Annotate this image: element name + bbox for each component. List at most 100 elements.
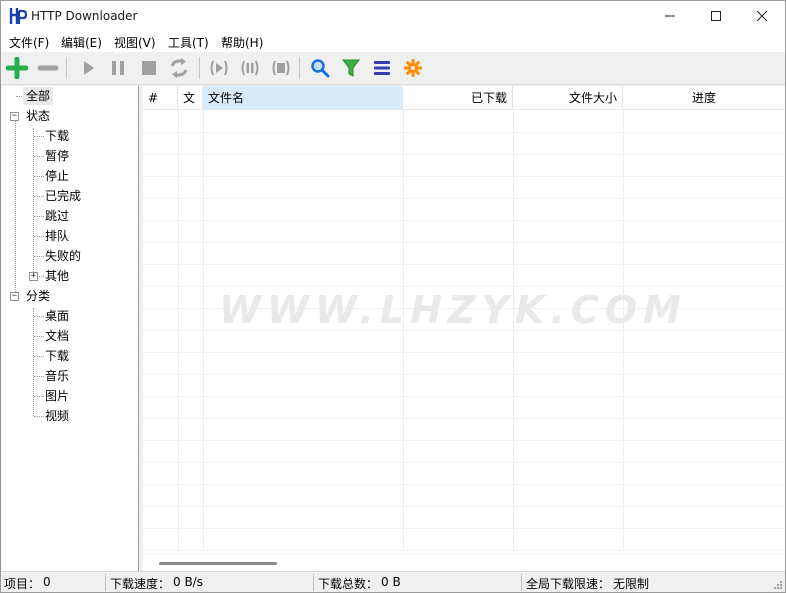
status-speed-value: 0 B/s (173, 575, 203, 589)
tree-connector (33, 308, 34, 416)
tree-connector (34, 176, 44, 177)
pause-all-button[interactable] (238, 56, 262, 80)
column-header-number[interactable]: # (143, 86, 178, 110)
start-button[interactable] (76, 56, 100, 80)
grid-row-line (143, 374, 785, 375)
filter-button[interactable] (339, 56, 363, 80)
remove-download-button[interactable] (36, 56, 60, 80)
tree-item-downloading[interactable]: 下载 (45, 127, 69, 145)
status-limit-value[interactable]: 无限制 (613, 575, 649, 592)
expand-icon[interactable]: + (29, 272, 38, 281)
column-header-downloaded[interactable]: 已下载 (403, 86, 513, 110)
window-title: HTTP Downloader (31, 9, 138, 23)
tree-item-stopped[interactable]: 停止 (45, 167, 69, 185)
restart-button[interactable] (167, 56, 191, 80)
stop-icon (142, 61, 156, 75)
tree-item-pictures[interactable]: 图片 (45, 387, 69, 405)
tree-item-videos[interactable]: 视频 (45, 407, 69, 425)
tree-item-other[interactable]: 其他 (45, 267, 69, 285)
menu-help[interactable]: 帮助(H) (221, 34, 263, 51)
status-separator (105, 574, 106, 591)
grid-row-line (143, 198, 785, 199)
grid-row-line (143, 440, 785, 441)
tree-connector (39, 276, 44, 277)
start-all-icon (210, 60, 228, 76)
toolbar (1, 52, 785, 85)
tree-item-queued[interactable]: 排队 (45, 227, 69, 245)
maximize-icon (711, 11, 721, 21)
tree-connector (34, 156, 44, 157)
status-separator (313, 574, 314, 591)
pause-icon (112, 61, 124, 75)
tree-item-downloads[interactable]: 下载 (45, 347, 69, 365)
status-bar: 项目： 0 下载速度： 0 B/s 下载总数： 0 B 全局下载限速： 无限制 (1, 571, 785, 592)
status-separator (521, 574, 522, 591)
menu-view[interactable]: 视图(V) (114, 34, 156, 51)
column-header-progress[interactable]: 进度 (623, 86, 785, 110)
menu-file[interactable]: 文件(F) (9, 34, 49, 51)
tree-item-all[interactable]: 全部 (23, 87, 54, 105)
status-speed-label: 下载速度： (110, 577, 171, 591)
status-items-label: 项目： (4, 577, 41, 591)
horizontal-scrollbar[interactable] (143, 553, 785, 571)
status-items-value: 0 (43, 575, 51, 589)
app-window: HTTP Downloader 文件(F) 编辑(E) 视图(V) 工具(T) … (0, 0, 786, 593)
list-button[interactable] (370, 56, 394, 80)
start-all-button[interactable] (207, 56, 231, 80)
stop-button[interactable] (137, 56, 161, 80)
tree-connector (34, 236, 44, 237)
add-download-button[interactable] (5, 56, 29, 80)
tree-connector (34, 416, 44, 417)
search-button[interactable] (308, 56, 332, 80)
tree-connector (34, 196, 44, 197)
pause-button[interactable] (106, 56, 130, 80)
tree-item-failed[interactable]: 失败的 (45, 247, 81, 265)
settings-button[interactable] (401, 56, 425, 80)
tree-item-paused[interactable]: 暂停 (45, 147, 69, 165)
column-header-type[interactable]: 文 (178, 86, 203, 110)
tree-item-category[interactable]: 分类 (26, 287, 50, 305)
list-header: # 文 文件名 已下载 文件大小 进度 (143, 86, 785, 110)
tree-connector (34, 396, 44, 397)
grid-row-line (143, 242, 785, 243)
start-icon (84, 61, 94, 75)
grid-row-line (143, 154, 785, 155)
grid-row-line (143, 132, 785, 133)
close-button[interactable] (739, 1, 785, 31)
add-icon (6, 57, 28, 79)
status-limit-label: 全局下载限速： (526, 577, 611, 591)
tree-item-music[interactable]: 音乐 (45, 367, 69, 385)
grid-row-line (143, 506, 785, 507)
tree-item-skipped[interactable]: 跳过 (45, 207, 69, 225)
tree-item-completed[interactable]: 已完成 (45, 187, 81, 205)
tree-item-desktop[interactable]: 桌面 (45, 307, 69, 325)
grid-row-line (143, 528, 785, 529)
collapse-icon[interactable]: − (10, 292, 19, 301)
stop-all-button[interactable] (269, 56, 293, 80)
watermark-text: WWW.LHZYK.COM (219, 288, 687, 332)
grid-row-line (143, 220, 785, 221)
column-header-filename[interactable]: 文件名 (203, 86, 403, 110)
remove-icon (37, 65, 59, 71)
grid-row-line (143, 418, 785, 419)
category-tree: 全部 − 状态 下载 暂停 停止 已完成 跳过 排队 失败的 + 其他 − 分类… (2, 86, 139, 571)
tree-item-status[interactable]: 状态 (26, 107, 50, 125)
maximize-button[interactable] (693, 1, 739, 31)
tree-item-documents[interactable]: 文档 (45, 327, 69, 345)
menu-tools[interactable]: 工具(T) (168, 34, 209, 51)
tree-connector (34, 316, 44, 317)
scrollbar-thumb[interactable] (159, 562, 277, 565)
tree-connector (34, 376, 44, 377)
title-bar[interactable]: HTTP Downloader (1, 1, 785, 31)
grid-row-line (143, 396, 785, 397)
tree-connector (34, 256, 44, 257)
resize-grip-icon[interactable] (771, 578, 783, 590)
minimize-button[interactable] (647, 1, 693, 31)
menu-edit[interactable]: 编辑(E) (61, 34, 102, 51)
collapse-icon[interactable]: − (10, 112, 19, 121)
grid-row-line (143, 550, 785, 551)
column-header-filesize[interactable]: 文件大小 (513, 86, 623, 110)
status-total-label: 下载总数： (318, 577, 379, 591)
list-icon (374, 61, 390, 75)
grid-row-line (143, 484, 785, 485)
